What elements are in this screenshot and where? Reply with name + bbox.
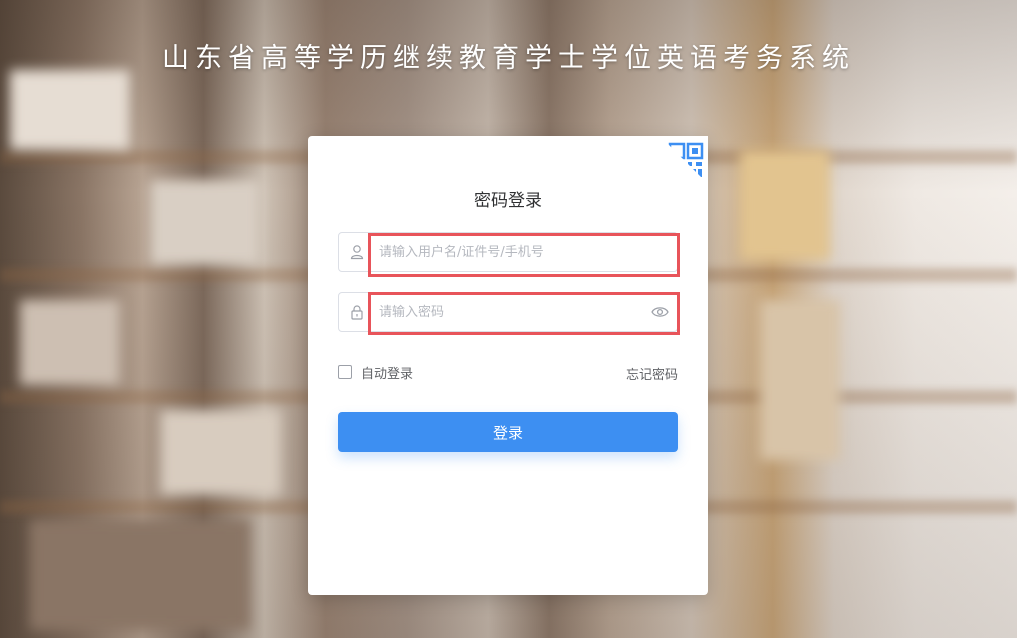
lock-icon — [351, 305, 363, 320]
qr-code-icon[interactable] — [660, 136, 708, 184]
password-input[interactable] — [371, 293, 657, 331]
background-books — [20, 300, 120, 385]
user-icon — [350, 245, 364, 260]
background-books — [30, 520, 250, 630]
login-card: 密码登录 自动登录 忘记密码 登录 — [308, 136, 708, 595]
eye-icon[interactable] — [651, 305, 669, 319]
page-title: 山东省高等学历继续教育学士学位英语考务系统 — [162, 43, 855, 74]
password-field — [338, 292, 678, 332]
username-field — [338, 232, 678, 272]
background-books — [150, 180, 260, 265]
background-books — [760, 300, 840, 460]
background-books — [160, 410, 280, 495]
auto-login-label: 自动登录 — [361, 366, 414, 382]
login-button[interactable]: 登录 — [338, 412, 678, 452]
forgot-password-link[interactable]: 忘记密码 — [626, 364, 678, 383]
login-heading: 密码登录 — [474, 191, 542, 211]
auto-login-checkbox[interactable] — [338, 365, 352, 379]
username-input[interactable] — [371, 233, 657, 271]
auto-login-option[interactable]: 自动登录 — [338, 363, 414, 382]
background-books — [740, 150, 830, 260]
background-books — [10, 70, 130, 150]
